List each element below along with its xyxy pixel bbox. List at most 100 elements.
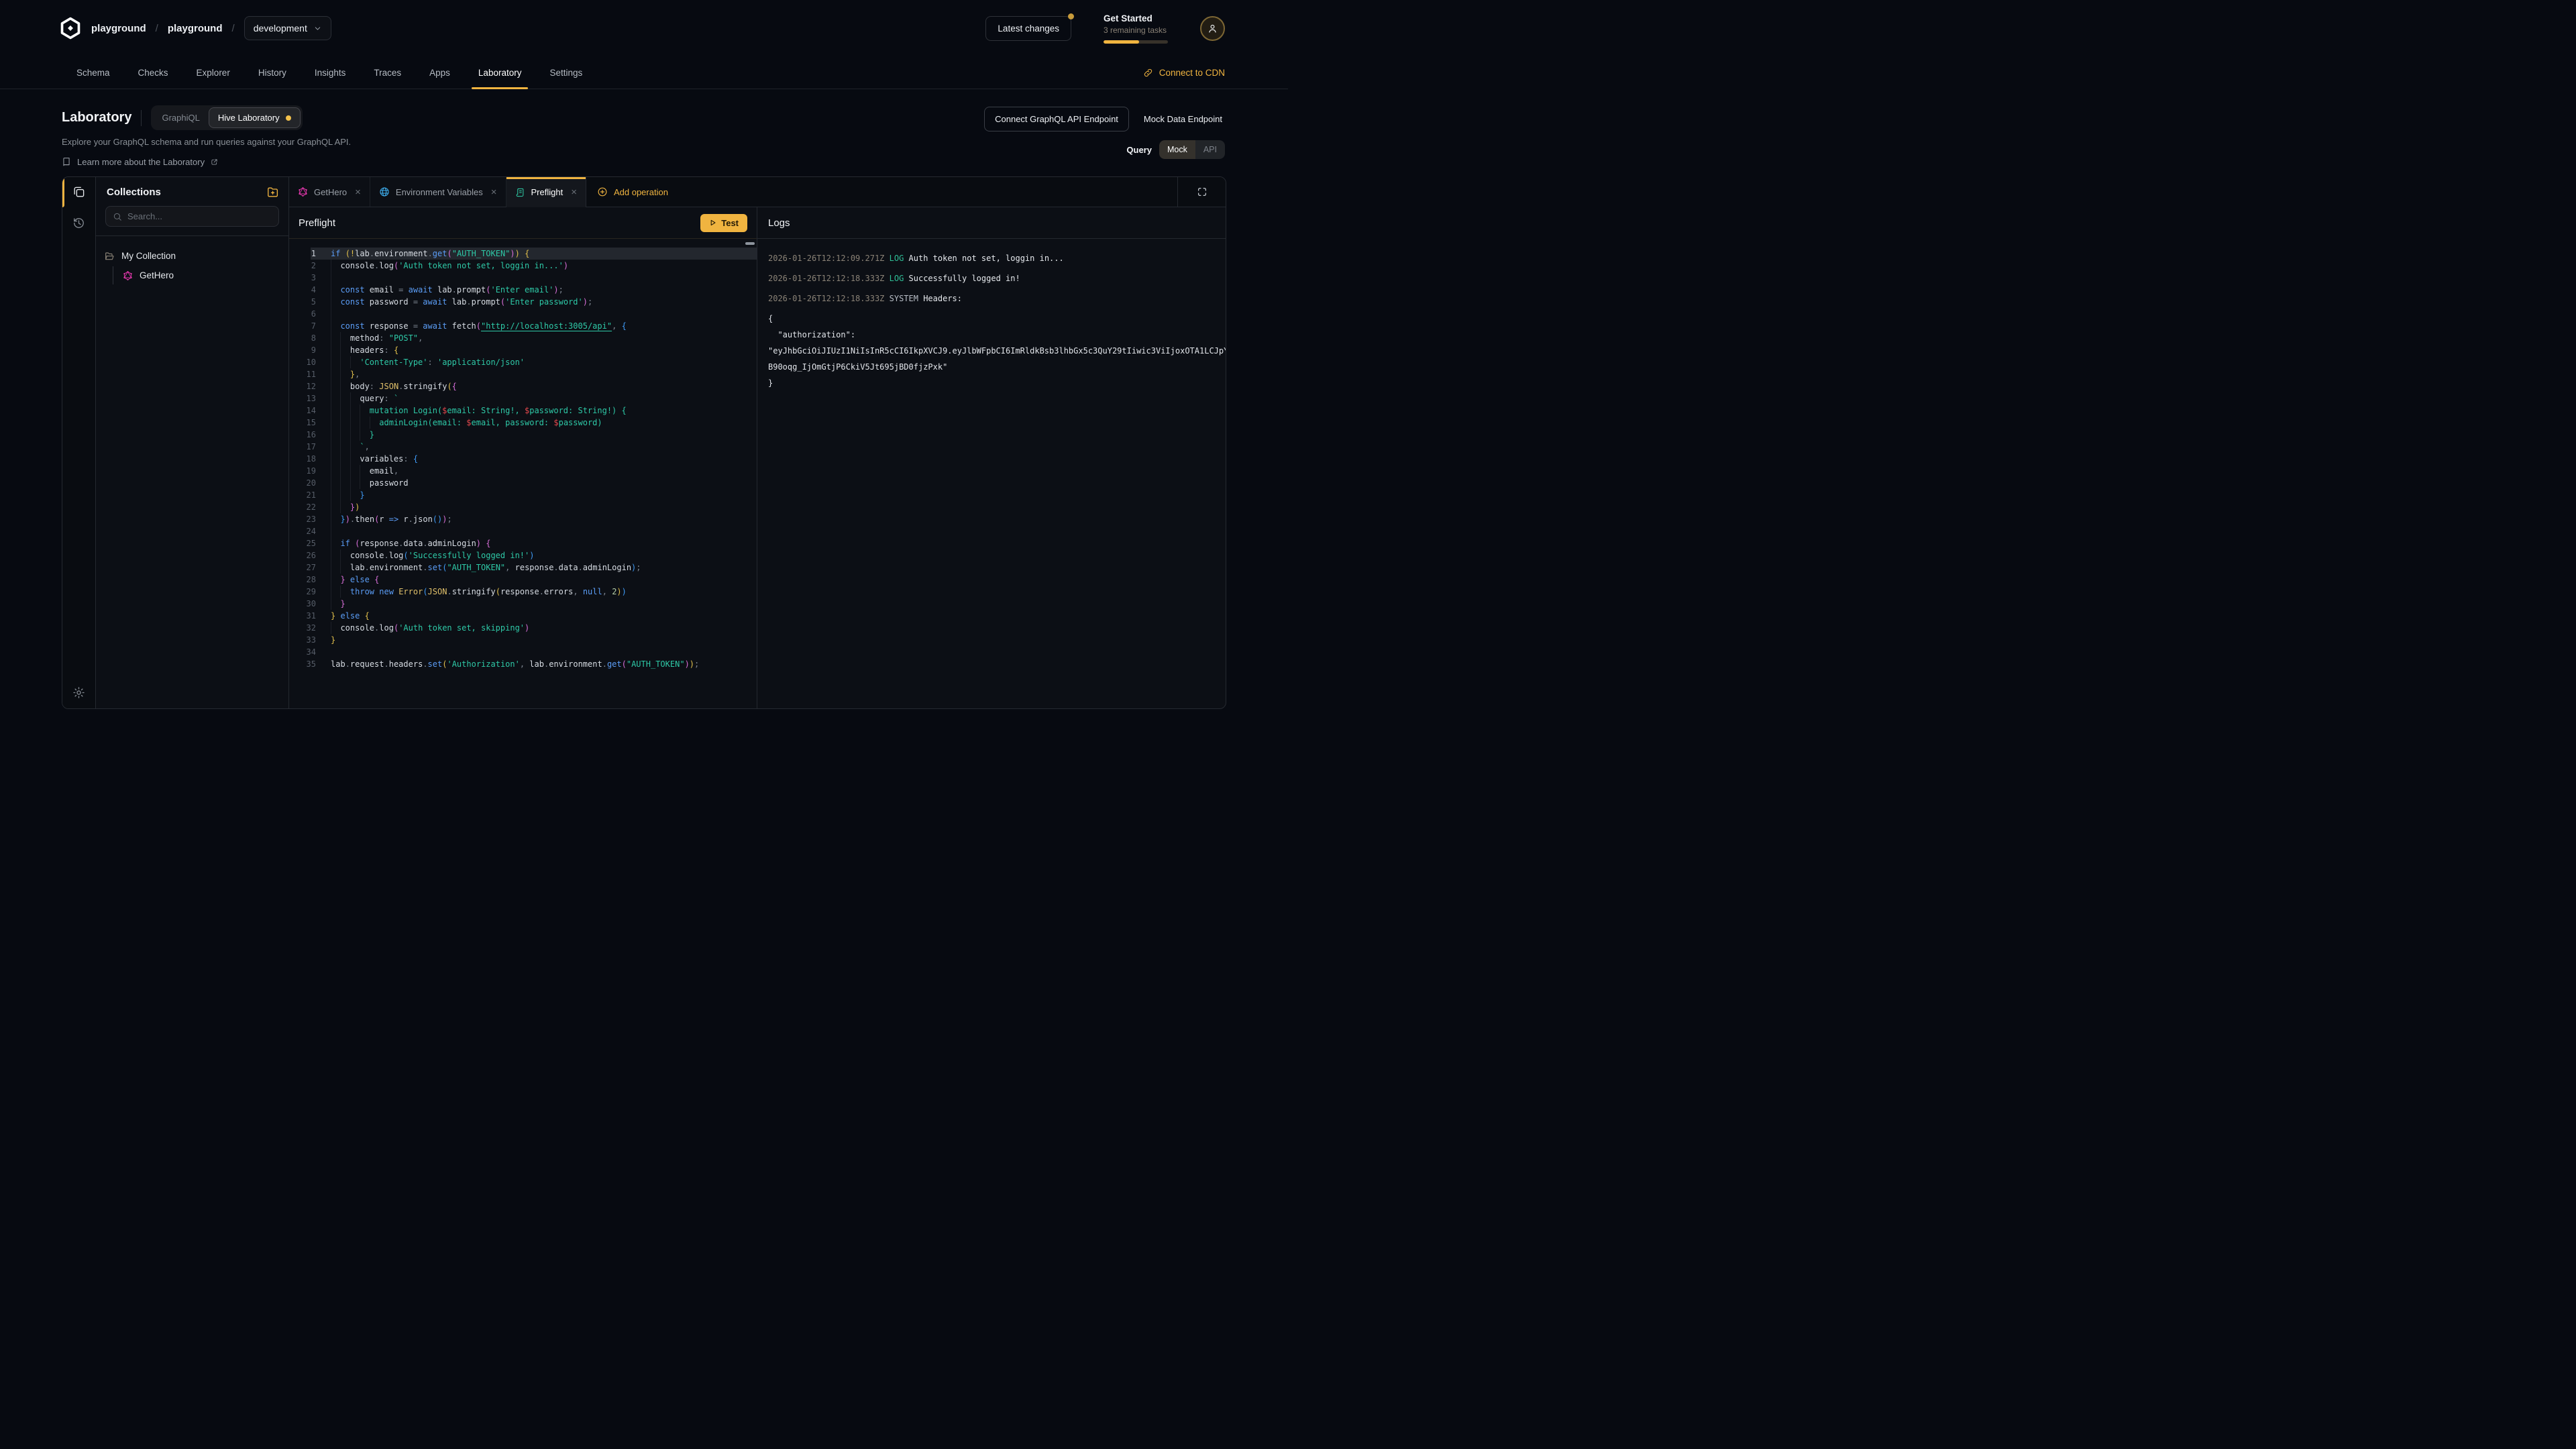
code-text	[316, 308, 331, 320]
code-line[interactable]: 8 method: "POST",	[289, 332, 757, 344]
get-started-subtitle: 3 remaining tasks	[1104, 25, 1168, 35]
code-line[interactable]: 35lab.request.headers.set('Authorization…	[289, 658, 757, 670]
code-text: throw new Error(JSON.stringify(response.…	[316, 586, 627, 598]
code-line[interactable]: 30 }	[289, 598, 757, 610]
fullscreen-button[interactable]	[1177, 177, 1226, 207]
code-line[interactable]: 11 },	[289, 368, 757, 380]
operation-row[interactable]: GetHero	[113, 266, 282, 284]
query-mode-api[interactable]: API	[1195, 140, 1225, 159]
code-line[interactable]: 20 password	[289, 477, 757, 489]
tab-preflight[interactable]: Preflight×	[506, 177, 586, 207]
history-rail-button[interactable]	[72, 217, 85, 229]
code-line[interactable]: 5 const password = await lab.prompt('Ent…	[289, 296, 757, 308]
code-line[interactable]: 7 const response = await fetch("http://l…	[289, 320, 757, 332]
target-select[interactable]: development	[244, 16, 331, 40]
code-line[interactable]: 1if (!lab.environment.get("AUTH_TOKEN"))…	[289, 248, 757, 260]
code-line[interactable]: 2 console.log('Auth token not set, loggi…	[289, 260, 757, 272]
collections-tree: My Collection GetHero	[96, 236, 288, 284]
code-line[interactable]: 19 email,	[289, 465, 757, 477]
code-text: if (response.data.adminLogin) {	[316, 537, 491, 549]
nav-item-apps[interactable]: Apps	[429, 56, 450, 89]
line-number: 10	[289, 356, 316, 368]
close-tab-icon[interactable]: ×	[355, 187, 361, 197]
code-line[interactable]: 27 lab.environment.set("AUTH_TOKEN", res…	[289, 561, 757, 574]
tab-gethero[interactable]: GetHero×	[289, 177, 370, 207]
code-line[interactable]: 34	[289, 646, 757, 658]
collections-rail-button[interactable]	[72, 186, 85, 199]
code-line[interactable]: 29 throw new Error(JSON.stringify(respon…	[289, 586, 757, 598]
code-line[interactable]: 9 headers: {	[289, 344, 757, 356]
settings-rail-button[interactable]	[72, 686, 85, 699]
code-line[interactable]: 17 `,	[289, 441, 757, 453]
nav-item-explorer[interactable]: Explorer	[197, 56, 230, 89]
log-entry: 2026-01-26T12:12:18.333Z SYSTEM Headers:	[768, 290, 1226, 307]
nav-item-traces[interactable]: Traces	[374, 56, 401, 89]
latest-changes-button[interactable]: Latest changes	[985, 16, 1071, 41]
code-text: }	[316, 429, 374, 441]
code-line[interactable]: 3	[289, 272, 757, 284]
line-number: 24	[289, 525, 316, 537]
user-avatar[interactable]	[1200, 16, 1225, 41]
nav-item-laboratory[interactable]: Laboratory	[478, 56, 522, 89]
book-icon	[62, 157, 71, 167]
line-number: 13	[289, 392, 316, 405]
collections-search[interactable]	[105, 206, 279, 227]
code-line[interactable]: 31} else {	[289, 610, 757, 622]
tab-environment-variables[interactable]: Environment Variables×	[370, 177, 506, 207]
search-input[interactable]	[127, 211, 272, 221]
code-line[interactable]: 10 'Content-Type': 'application/json'	[289, 356, 757, 368]
hive-logo-icon[interactable]	[59, 17, 82, 40]
editor-scrollbar-thumb[interactable]	[745, 242, 755, 245]
query-mode-segmented: Mock API	[1159, 140, 1225, 159]
test-button[interactable]: Test	[700, 214, 747, 232]
code-line[interactable]: 4 const email = await lab.prompt('Enter …	[289, 284, 757, 296]
code-line[interactable]: 26 console.log('Successfully logged in!'…	[289, 549, 757, 561]
add-collection-button[interactable]	[266, 186, 279, 199]
connect-endpoint-button[interactable]: Connect GraphQL API Endpoint	[984, 107, 1129, 131]
connect-to-cdn-link[interactable]: Connect to CDN	[1143, 56, 1225, 89]
code-line[interactable]: 13 query: `	[289, 392, 757, 405]
nav-item-schema[interactable]: Schema	[76, 56, 110, 89]
code-line[interactable]: 21 }	[289, 489, 757, 501]
mode-graphiql[interactable]: GraphiQL	[153, 108, 208, 127]
nav-item-insights[interactable]: Insights	[315, 56, 346, 89]
code-text: })	[316, 501, 360, 513]
code-text: }	[316, 634, 335, 646]
preflight-code-editor[interactable]: 1if (!lab.environment.get("AUTH_TOKEN"))…	[289, 239, 757, 708]
code-line[interactable]: 33}	[289, 634, 757, 646]
code-line[interactable]: 25 if (response.data.adminLogin) {	[289, 537, 757, 549]
nav-item-settings[interactable]: Settings	[549, 56, 582, 89]
learn-more-link[interactable]: Learn more about the Laboratory	[62, 157, 351, 167]
code-text: body: JSON.stringify({	[316, 380, 457, 392]
code-line[interactable]: 23 }).then(r => r.json());	[289, 513, 757, 525]
add-operation-button[interactable]: Add operation	[586, 177, 679, 207]
query-mode-mock[interactable]: Mock	[1159, 140, 1195, 159]
code-line[interactable]: 16 }	[289, 429, 757, 441]
code-line[interactable]: 15 adminLogin(email: $email, password: $…	[289, 417, 757, 429]
code-text: console.log('Auth token not set, loggin …	[316, 260, 568, 272]
close-tab-icon[interactable]: ×	[491, 187, 497, 197]
code-text: } else {	[316, 610, 370, 622]
breadcrumb-org[interactable]: playground	[91, 23, 146, 34]
latest-changes-wrap: Latest changes	[985, 16, 1071, 41]
nav-item-history[interactable]: History	[258, 56, 286, 89]
status-dot	[286, 115, 291, 121]
code-line[interactable]: 32 console.log('Auth token set, skipping…	[289, 622, 757, 634]
code-text	[316, 646, 331, 658]
collection-folder-row[interactable]: My Collection	[103, 247, 282, 265]
mode-hive-laboratory[interactable]: Hive Laboratory	[209, 107, 301, 128]
code-text: },	[316, 368, 360, 380]
code-line[interactable]: 6	[289, 308, 757, 320]
code-line[interactable]: 28 } else {	[289, 574, 757, 586]
laboratory-header-right: Connect GraphQL API Endpoint Mock Data E…	[984, 105, 1225, 159]
code-line[interactable]: 12 body: JSON.stringify({	[289, 380, 757, 392]
code-line[interactable]: 18 variables: {	[289, 453, 757, 465]
code-line[interactable]: 14 mutation Login($email: String!, $pass…	[289, 405, 757, 417]
code-line[interactable]: 24	[289, 525, 757, 537]
mock-endpoint-button[interactable]: Mock Data Endpoint	[1141, 107, 1225, 131]
code-line[interactable]: 22 })	[289, 501, 757, 513]
close-tab-icon[interactable]: ×	[571, 187, 577, 197]
nav-item-checks[interactable]: Checks	[138, 56, 168, 89]
breadcrumb-project[interactable]: playground	[168, 23, 223, 34]
get-started-widget[interactable]: Get Started 3 remaining tasks	[1104, 13, 1168, 44]
